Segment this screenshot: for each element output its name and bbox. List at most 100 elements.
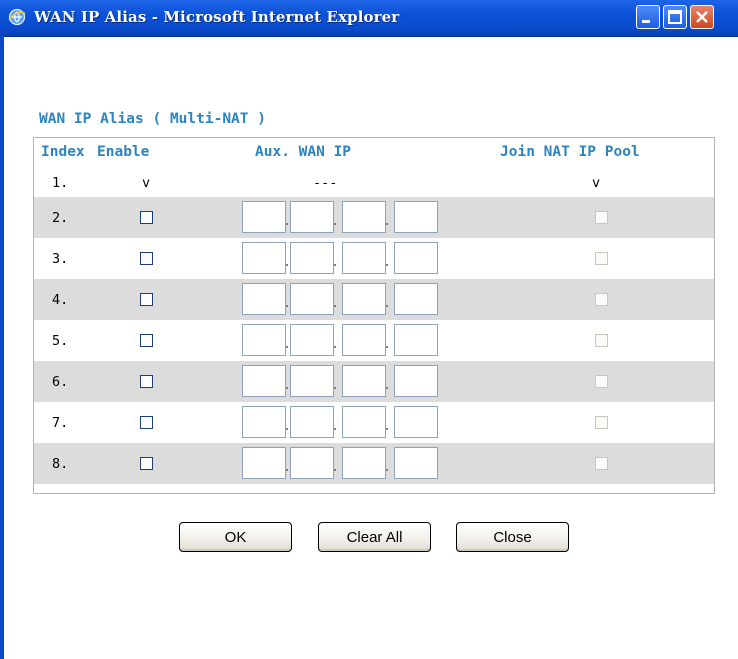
aux-wan-ip-octet-4-input[interactable]: [394, 365, 438, 397]
aux-wan-ip-octet-3-input[interactable]: [342, 283, 386, 315]
window-title: WAN IP Alias - Microsoft Internet Explor…: [34, 8, 400, 26]
ip-separator-dot: [334, 346, 336, 348]
minimize-button[interactable]: [636, 5, 660, 29]
row-join-nat-ip-pool-value: v: [592, 175, 601, 191]
table-row: 5.: [34, 320, 714, 361]
aux-wan-ip-octet-3-input[interactable]: [342, 365, 386, 397]
window-left-border: [0, 36, 4, 659]
table-row: 4.: [34, 279, 714, 320]
table-row-1: 1. v --- v: [34, 169, 714, 197]
aux-wan-ip-octet-2-input[interactable]: [290, 365, 334, 397]
join-nat-ip-pool-checkbox: [595, 211, 608, 224]
maximize-button[interactable]: [663, 5, 687, 29]
enable-checkbox[interactable]: [140, 457, 153, 470]
clear-all-button[interactable]: Clear All: [318, 522, 431, 552]
aux-wan-ip-octet-1-input[interactable]: [242, 324, 286, 356]
ip-separator-dot: [334, 305, 336, 307]
column-header-join-nat-ip-pool: Join NAT IP Pool: [500, 144, 640, 160]
aux-wan-ip-octet-2-input[interactable]: [290, 406, 334, 438]
aux-wan-ip-octet-3-input[interactable]: [342, 201, 386, 233]
close-button[interactable]: Close: [456, 522, 569, 552]
column-header-enable: Enable: [97, 144, 150, 160]
ip-separator-dot: [386, 387, 388, 389]
ip-separator-dot: [286, 346, 288, 348]
aux-wan-ip-octet-4-input[interactable]: [394, 283, 438, 315]
aux-wan-ip-octet-2-input[interactable]: [290, 447, 334, 479]
ip-separator-dot: [286, 428, 288, 430]
ip-separator-dot: [286, 223, 288, 225]
aux-wan-ip-octet-2-input[interactable]: [290, 201, 334, 233]
enable-checkbox[interactable]: [140, 416, 153, 429]
aux-wan-ip-octet-1-input[interactable]: [242, 242, 286, 274]
table-row: 8.: [34, 443, 714, 484]
join-nat-ip-pool-checkbox: [595, 457, 608, 470]
aux-wan-ip-octet-3-input[interactable]: [342, 406, 386, 438]
row-index: 6.: [52, 374, 69, 390]
ip-separator-dot: [286, 469, 288, 471]
aux-wan-ip-octet-1-input[interactable]: [242, 283, 286, 315]
enable-checkbox[interactable]: [140, 375, 153, 388]
aux-wan-ip-octet-1-input[interactable]: [242, 365, 286, 397]
aux-wan-ip-octet-4-input[interactable]: [394, 242, 438, 274]
row-index: 1.: [52, 175, 69, 191]
ip-separator-dot: [286, 387, 288, 389]
table-row: 6.: [34, 361, 714, 402]
join-nat-ip-pool-checkbox: [595, 334, 608, 347]
ip-separator-dot: [334, 469, 336, 471]
table-row: 2.: [34, 197, 714, 238]
aux-wan-ip-octet-1-input[interactable]: [242, 447, 286, 479]
aux-wan-ip-octet-3-input[interactable]: [342, 447, 386, 479]
aux-wan-ip-octet-2-input[interactable]: [290, 242, 334, 274]
maximize-icon: [668, 10, 682, 24]
aux-wan-ip-octet-1-input[interactable]: [242, 201, 286, 233]
table-row: 3.: [34, 238, 714, 279]
internet-explorer-icon: [8, 8, 26, 26]
ip-separator-dot: [386, 223, 388, 225]
minimize-icon: [642, 20, 650, 23]
row-index: 4.: [52, 292, 69, 308]
ip-separator-dot: [334, 387, 336, 389]
row-index: 5.: [52, 333, 69, 349]
row-index: 3.: [52, 251, 69, 267]
ip-separator-dot: [386, 305, 388, 307]
enable-checkbox[interactable]: [140, 252, 153, 265]
join-nat-ip-pool-checkbox: [595, 293, 608, 306]
table-row: 7.: [34, 402, 714, 443]
aux-wan-ip-octet-3-input[interactable]: [342, 242, 386, 274]
ip-separator-dot: [386, 428, 388, 430]
enable-checkbox[interactable]: [140, 293, 153, 306]
page-title: WAN IP Alias ( Multi-NAT ): [39, 111, 266, 127]
row-index: 7.: [52, 415, 69, 431]
aux-wan-ip-octet-1-input[interactable]: [242, 406, 286, 438]
aux-wan-ip-octet-2-input[interactable]: [290, 283, 334, 315]
ip-separator-dot: [386, 346, 388, 348]
window-titlebar[interactable]: WAN IP Alias - Microsoft Internet Explor…: [0, 0, 738, 37]
aux-wan-ip-octet-4-input[interactable]: [394, 447, 438, 479]
close-window-button[interactable]: [690, 5, 714, 29]
browser-popup-window: WAN IP Alias - Microsoft Internet Explor…: [0, 0, 738, 659]
aux-wan-ip-octet-3-input[interactable]: [342, 324, 386, 356]
join-nat-ip-pool-checkbox: [595, 416, 608, 429]
close-icon: [696, 11, 708, 23]
row-index: 2.: [52, 210, 69, 226]
column-header-index: Index: [41, 144, 85, 160]
ip-separator-dot: [386, 264, 388, 266]
row-aux-wan-ip-value: ---: [313, 175, 338, 191]
ip-separator-dot: [386, 469, 388, 471]
ip-separator-dot: [334, 223, 336, 225]
ip-separator-dot: [286, 305, 288, 307]
row-index: 8.: [52, 456, 69, 472]
join-nat-ip-pool-checkbox: [595, 252, 608, 265]
enable-checkbox[interactable]: [140, 211, 153, 224]
aux-wan-ip-octet-2-input[interactable]: [290, 324, 334, 356]
column-header-aux-wan-ip: Aux. WAN IP: [255, 144, 352, 160]
aux-wan-ip-octet-4-input[interactable]: [394, 324, 438, 356]
aux-wan-ip-octet-4-input[interactable]: [394, 406, 438, 438]
join-nat-ip-pool-checkbox: [595, 375, 608, 388]
ip-separator-dot: [286, 264, 288, 266]
enable-checkbox[interactable]: [140, 334, 153, 347]
ok-button[interactable]: OK: [179, 522, 292, 552]
aux-wan-ip-octet-4-input[interactable]: [394, 201, 438, 233]
ip-separator-dot: [334, 428, 336, 430]
ip-separator-dot: [334, 264, 336, 266]
